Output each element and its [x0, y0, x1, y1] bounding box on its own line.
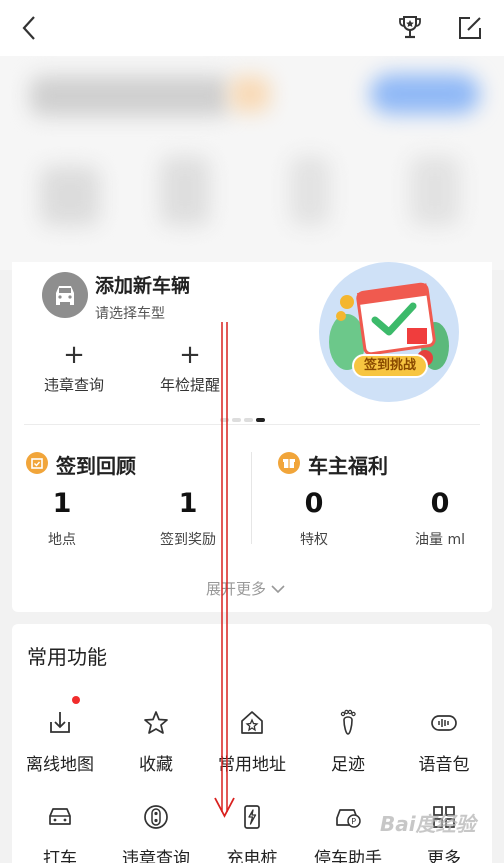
common-functions-title: 常用功能	[27, 645, 107, 669]
function-voice-pack[interactable]: 语音包	[396, 708, 492, 775]
offline-map-icon	[50, 712, 70, 733]
svg-text:P: P	[351, 817, 356, 826]
stat-label: 特权	[300, 532, 328, 548]
function-common-address[interactable]: 常用地址	[204, 708, 300, 775]
parking-car-icon: P	[336, 809, 361, 828]
stat-value: 1	[178, 488, 198, 519]
star-icon	[144, 711, 168, 734]
function-label: 语音包	[418, 755, 470, 775]
add-vehicle-title[interactable]: 添加新车辆	[95, 271, 190, 298]
function-offline-map[interactable]: 离线地图	[12, 708, 108, 775]
stat-label: 地点	[48, 532, 76, 548]
watermark: Bai度经验	[380, 812, 476, 836]
carousel-indicator	[220, 407, 268, 422]
function-label: 离线地图	[26, 755, 94, 775]
function-label: 足迹	[331, 755, 365, 775]
calendar-check-illustration	[329, 282, 449, 370]
car-icon	[56, 286, 74, 305]
stat-label: 签到奖励	[160, 532, 216, 548]
vehicle-card: 添加新车辆 请选择车型 + 违章查询 + 年检提醒 签到挑战 签到回顾 1 地点…	[12, 262, 492, 612]
add-vehicle-subtitle[interactable]: 请选择车型	[95, 303, 165, 323]
footprint-icon	[340, 709, 356, 735]
function-label: 打车	[43, 849, 77, 863]
carousel-dot	[220, 418, 229, 422]
traffic-light-icon	[144, 805, 168, 829]
function-label: 充电桩	[226, 849, 278, 863]
blurred-profile-area	[0, 56, 504, 270]
expand-more-label: 展开更多	[206, 580, 267, 598]
function-label: 违章查询	[122, 849, 190, 863]
notification-dot	[72, 696, 80, 704]
car-avatar[interactable]	[42, 272, 88, 318]
owner-benefits-title[interactable]: 车主福利	[308, 450, 388, 479]
stat-fuel[interactable]: 0 油量 ml	[400, 488, 480, 549]
checkin-challenge-badge[interactable]: 签到挑战	[319, 262, 459, 402]
violation-query-shortcut[interactable]: + 违章查询	[42, 342, 106, 395]
back-icon[interactable]	[18, 14, 42, 42]
chevron-down-icon	[271, 585, 285, 594]
stat-value: 1	[52, 488, 72, 519]
carousel-dot	[232, 418, 241, 422]
stat-value: 0	[430, 488, 450, 519]
gift-icon	[278, 452, 300, 474]
plus-icon: +	[63, 340, 85, 370]
stat-places[interactable]: 1 地点	[22, 488, 102, 549]
function-favorites[interactable]: 收藏	[108, 708, 204, 775]
charging-pile-icon	[244, 805, 260, 829]
function-footprint[interactable]: 足迹	[300, 708, 396, 775]
function-label: 更多	[427, 849, 461, 863]
stat-checkin-rewards[interactable]: 1 签到奖励	[148, 488, 228, 549]
taxi-icon	[49, 808, 71, 825]
function-label: 常用地址	[218, 755, 286, 775]
top-bar	[0, 0, 504, 56]
checkin-review-title[interactable]: 签到回顾	[56, 450, 136, 479]
carousel-dot	[244, 418, 253, 422]
edit-icon[interactable]	[457, 15, 483, 41]
shortcut-label: 年检提醒	[159, 376, 220, 394]
inspection-reminder-shortcut[interactable]: + 年检提醒	[158, 342, 222, 395]
shortcut-label: 违章查询	[43, 376, 104, 394]
expand-more-button[interactable]: 展开更多	[206, 578, 285, 599]
checkin-challenge-label: 签到挑战	[352, 354, 428, 378]
home-star-icon	[241, 711, 263, 734]
stat-privileges[interactable]: 0 特权	[274, 488, 354, 549]
stat-label: 油量 ml	[415, 532, 465, 548]
function-charging-pile[interactable]: 充电桩	[204, 802, 300, 863]
divider	[24, 424, 480, 425]
trophy-icon[interactable]	[397, 14, 423, 42]
calendar-icon	[26, 452, 48, 474]
function-label: 收藏	[139, 755, 173, 775]
function-label: 停车助手	[314, 849, 382, 863]
function-taxi[interactable]: 打车	[12, 802, 108, 863]
voice-pack-icon	[431, 715, 457, 731]
carousel-dot-active	[256, 418, 265, 422]
plus-icon: +	[179, 340, 201, 370]
divider	[251, 452, 252, 544]
stat-value: 0	[304, 488, 324, 519]
function-violation-query[interactable]: 违章查询	[108, 802, 204, 863]
